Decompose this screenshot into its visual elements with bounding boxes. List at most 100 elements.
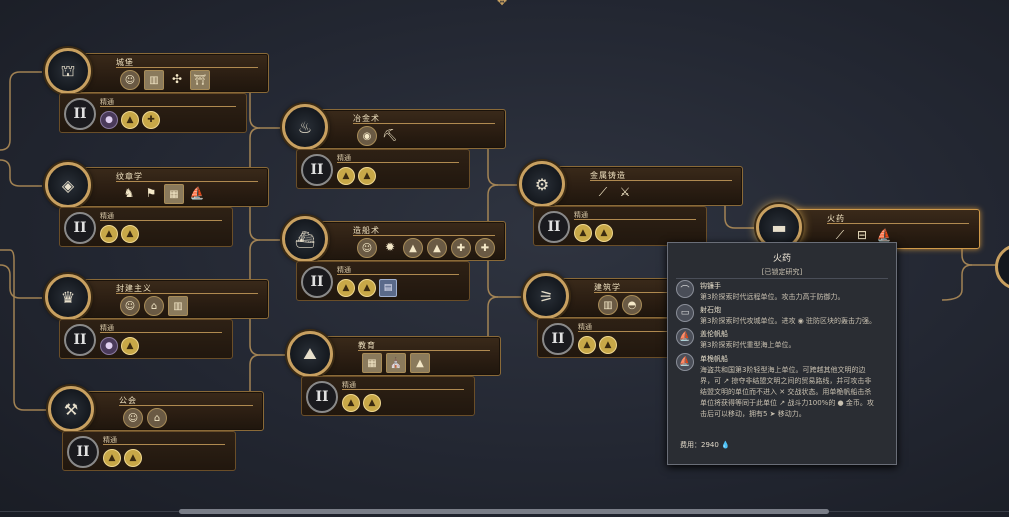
- gold-coin-icon[interactable]: ▲: [574, 224, 592, 242]
- gold-coin-icon[interactable]: ▲: [337, 167, 355, 185]
- unit-icon[interactable]: ☺: [357, 238, 377, 258]
- gold-coin-icon[interactable]: ▲: [403, 238, 423, 258]
- tech-node-bar[interactable]: 造船术 ☺ ✹ ▲ ▲ ✚ ✚: [312, 221, 506, 261]
- gold-coin-icon[interactable]: ▲: [410, 353, 430, 373]
- tech-node-bar[interactable]: 封建主义 ☺ ⌂ ▥: [75, 279, 269, 319]
- gold-coin-icon[interactable]: ▲: [337, 279, 355, 297]
- gate-icon[interactable]: ⛩: [190, 70, 210, 90]
- worker-icon[interactable]: ☺: [123, 408, 143, 428]
- tower-icon[interactable]: ⛪: [386, 353, 406, 373]
- tooltip-title: 火药: [772, 254, 791, 264]
- tech-node-bar[interactable]: 金属铸造 ⟋ ⚔: [549, 166, 743, 206]
- gold-coin-icon[interactable]: ▲: [599, 336, 617, 354]
- tooltip-entry-desc: 第3阶探索时代远程单位。攻击力高于防御力。: [700, 292, 844, 303]
- metalcasting-icon[interactable]: ⚙: [519, 161, 565, 207]
- castle-icon[interactable]: ⛫: [45, 48, 91, 94]
- tech-node-bar[interactable]: 纹章学 ♞ ⚑ ▦ ⛵: [75, 167, 269, 207]
- bomb-icon[interactable]: ✹: [381, 238, 399, 256]
- mastery-icons: ● ▲: [100, 337, 139, 355]
- shipbuilding-icon[interactable]: ⛴: [282, 216, 328, 262]
- desc-line: 击后可以移动，拥有5 ➤ 移动力。: [700, 410, 806, 418]
- metallurgy-icon[interactable]: ♨: [282, 104, 328, 150]
- tier-two-icon: II: [301, 266, 333, 298]
- unlock-icons: ⟋ ⚔: [594, 183, 634, 201]
- gold-coin-icon[interactable]: ▲: [358, 279, 376, 297]
- title-underline: [116, 181, 258, 182]
- building-icon[interactable]: ▥: [144, 70, 164, 90]
- ship-icon[interactable]: ⛵: [188, 184, 206, 202]
- catapult-icon[interactable]: ⛏: [381, 126, 399, 144]
- unlock-icons: ♞ ⚑ ▦ ⛵: [120, 184, 206, 204]
- shield-icon[interactable]: ◉: [357, 126, 377, 146]
- horizontal-scrollbar[interactable]: [179, 509, 829, 514]
- feudalism-icon[interactable]: ♛: [45, 274, 91, 320]
- tooltip-subtitle: [已锁定研究]: [761, 268, 803, 276]
- title-underline: [119, 405, 253, 406]
- mastery-underline: [337, 274, 459, 275]
- desc-line: 界，可 ↗ 掠夺非结盟文明之间的贸易路线，并可攻击非: [700, 377, 872, 385]
- tech-node-bar[interactable]: 冶金术 ◉ ⛏: [312, 109, 506, 149]
- gold-coin-icon[interactable]: ▲: [121, 337, 139, 355]
- tier-two-icon: II: [64, 98, 96, 130]
- soldier-unit-icon[interactable]: ☺: [120, 70, 140, 90]
- tech-node-bar[interactable]: 公会 ☺ ⌂: [78, 391, 264, 431]
- tent-icon[interactable]: ⌂: [147, 408, 167, 428]
- unlock-icons: ◉ ⛏: [357, 126, 399, 146]
- mastery-underline: [103, 444, 225, 445]
- plus-icon[interactable]: ✚: [475, 238, 495, 258]
- mastery-node[interactable]: II 精通 ▲ ▲: [62, 431, 236, 471]
- tier-two-icon: II: [64, 212, 96, 244]
- tech-node-bar[interactable]: 教育 ▦ ⛪ ▲: [317, 336, 501, 376]
- soldier-unit-icon[interactable]: ☺: [120, 296, 140, 316]
- musket-icon[interactable]: ⟋: [594, 183, 612, 201]
- plus-icon[interactable]: ✚: [451, 238, 471, 258]
- tooltip-cost: 费用：2940 💧: [680, 440, 730, 450]
- architecture-icon[interactable]: ⚞: [523, 273, 569, 319]
- mastery-node[interactable]: II 精通 ▲ ▲ ▤: [296, 261, 470, 301]
- mastery-node[interactable]: II 精通 ▲ ▲: [533, 206, 707, 246]
- knight-icon[interactable]: ♞: [120, 184, 138, 202]
- gold-coin-icon[interactable]: ▲: [427, 238, 447, 258]
- crossbow-icon[interactable]: ✣: [168, 70, 186, 88]
- gold-coin-icon[interactable]: ▲: [342, 394, 360, 412]
- mastery-node[interactable]: II 精通 ▲ ▲: [301, 376, 475, 416]
- title-underline: [827, 223, 969, 224]
- unit-icon[interactable]: ●: [100, 337, 118, 355]
- dome-icon[interactable]: ◓: [622, 295, 642, 315]
- building-icon[interactable]: ▥: [168, 296, 188, 316]
- desc-line: 结盟文明的单位而不进入 ✕ 交战状态。用单桅帆船击杀: [700, 388, 872, 396]
- partial-node-emblem[interactable]: [995, 244, 1009, 290]
- flag-icon[interactable]: ⚑: [142, 184, 160, 202]
- gold-coin-icon[interactable]: ▲: [595, 224, 613, 242]
- map-icon[interactable]: ▦: [164, 184, 184, 204]
- desc-line: 第3阶探索时代远程单位。攻击力高于防御力。: [700, 293, 845, 301]
- building-icon[interactable]: ▥: [598, 295, 618, 315]
- gold-coin-icon[interactable]: ▲: [121, 111, 139, 129]
- gold-coin-icon[interactable]: ▲: [578, 336, 596, 354]
- tech-node-bar[interactable]: 城堡 ☺ ▥ ✣ ⛩: [75, 53, 269, 93]
- book-icon[interactable]: ▤: [379, 279, 397, 297]
- house-icon[interactable]: ⌂: [144, 296, 164, 316]
- gold-coin-icon[interactable]: ▲: [124, 449, 142, 467]
- cost-value: 2940: [701, 441, 719, 449]
- mastery-node[interactable]: II 精通 ▲ ▲: [59, 207, 233, 247]
- gold-coin-icon[interactable]: ▲: [363, 394, 381, 412]
- gold-coin-icon[interactable]: ▲: [103, 449, 121, 467]
- tier-two-icon: II: [301, 154, 333, 186]
- gold-coin-icon[interactable]: ▲: [121, 225, 139, 243]
- gold-coin-icon[interactable]: ▲: [358, 167, 376, 185]
- tooltip-entry-desc: 第3阶探索时代攻城单位。进攻 ◉ 驻防区块的轰击力强。: [700, 316, 876, 327]
- education-icon[interactable]: ⛰: [287, 331, 333, 377]
- mastery-node[interactable]: II 精通 ● ▲: [59, 319, 233, 359]
- plus-icon[interactable]: ✚: [142, 111, 160, 129]
- guild-icon[interactable]: ⚒: [48, 386, 94, 432]
- mastery-node[interactable]: II 精通 ▲ ▲: [296, 149, 470, 189]
- gold-coin-icon[interactable]: ▲: [100, 225, 118, 243]
- title-underline: [116, 67, 258, 68]
- tier-two-icon: II: [306, 381, 338, 413]
- crossed-weapon-icon[interactable]: ⚔: [616, 183, 634, 201]
- map-icon[interactable]: ▦: [362, 353, 382, 373]
- heraldry-icon[interactable]: ◈: [45, 162, 91, 208]
- mastery-node[interactable]: II 精通 ● ▲ ✚: [59, 93, 247, 133]
- gem-icon[interactable]: ●: [100, 111, 118, 129]
